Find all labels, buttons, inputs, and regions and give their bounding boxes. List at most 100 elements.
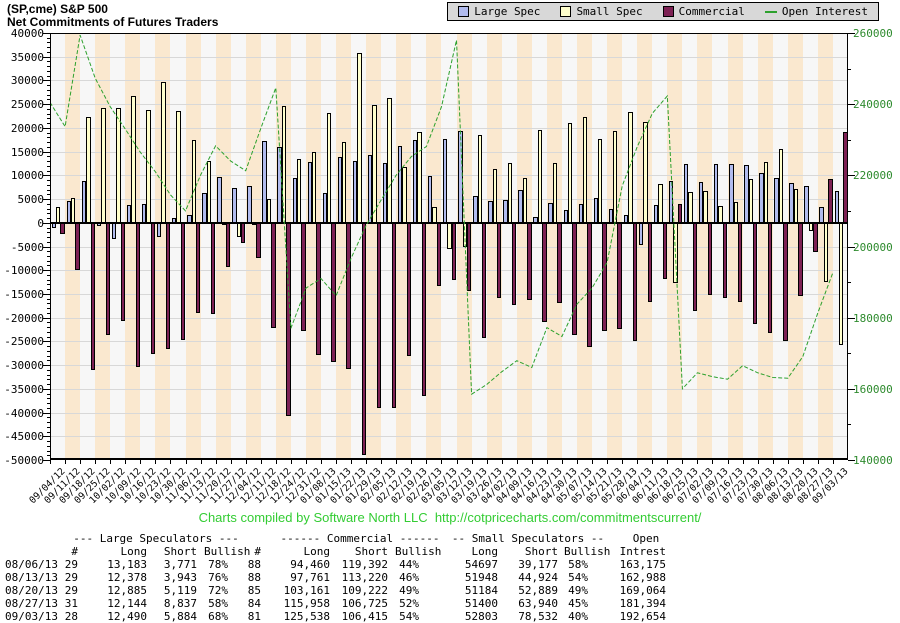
axis-tick bbox=[140, 460, 141, 464]
axis-tick bbox=[773, 460, 774, 464]
legend-item-open-interest: Open Interest bbox=[765, 5, 868, 18]
axis-tick bbox=[276, 460, 277, 464]
y-axis-label-left: 30000 bbox=[2, 74, 44, 87]
y-axis-label-left: -30000 bbox=[2, 359, 44, 372]
axis-tick bbox=[43, 247, 50, 248]
axis-tick bbox=[652, 460, 653, 464]
axis-tick bbox=[50, 460, 51, 464]
axis-tick bbox=[336, 460, 337, 464]
y-axis-label-left: -5000 bbox=[2, 241, 44, 254]
axis-tick bbox=[43, 80, 50, 81]
axis-tick bbox=[848, 33, 855, 34]
axis-tick bbox=[110, 460, 111, 464]
axis-tick bbox=[43, 341, 50, 342]
axis-tick bbox=[487, 460, 488, 464]
cot-data-table: --- Large Speculators --------- Commerci… bbox=[0, 530, 900, 620]
axis-tick bbox=[848, 424, 851, 425]
axis-tick bbox=[43, 294, 50, 295]
axis-tick bbox=[43, 270, 50, 271]
axis-tick bbox=[43, 33, 50, 34]
axis-tick bbox=[351, 460, 352, 464]
axis-tick bbox=[562, 460, 563, 464]
table-cell: 49% bbox=[349, 584, 419, 597]
table-col-header: # bbox=[8, 545, 78, 558]
axis-tick bbox=[622, 460, 623, 464]
table-cell: 162,988 bbox=[596, 571, 666, 584]
axis-tick bbox=[607, 460, 608, 464]
y-axis-label-left: 5000 bbox=[2, 193, 44, 206]
y-axis-label-left: -25000 bbox=[2, 335, 44, 348]
y-axis-label-left: -45000 bbox=[2, 430, 44, 443]
axis-tick bbox=[848, 247, 855, 248]
legend-swatch-icon bbox=[663, 6, 674, 17]
table-cell: 54% bbox=[518, 571, 588, 584]
y-axis-label-right: 180000 bbox=[853, 312, 893, 325]
table-cell: 169,064 bbox=[596, 584, 666, 597]
axis-tick bbox=[502, 460, 503, 464]
axis-tick bbox=[472, 460, 473, 464]
axis-tick bbox=[577, 460, 578, 464]
axis-tick bbox=[426, 460, 427, 464]
legend-item-large-spec: Large Spec bbox=[458, 5, 540, 18]
axis-tick bbox=[803, 460, 804, 464]
axis-tick bbox=[547, 460, 548, 464]
axis-tick bbox=[186, 460, 187, 464]
axis-tick bbox=[396, 460, 397, 464]
axis-tick bbox=[848, 211, 851, 212]
chart-title-block: (SP,cme) S&P 500 Net Commitments of Futu… bbox=[7, 3, 218, 29]
axis-tick bbox=[43, 318, 50, 319]
y-axis-label-left: 20000 bbox=[2, 122, 44, 135]
axis-tick bbox=[321, 460, 322, 464]
y-axis-label-left: -20000 bbox=[2, 312, 44, 325]
table-col-header: Intrest bbox=[596, 545, 666, 558]
table-cell: 49% bbox=[518, 584, 588, 597]
axis-tick bbox=[848, 175, 855, 176]
axis-tick bbox=[246, 460, 247, 464]
table-col-header: Short bbox=[127, 545, 197, 558]
axis-tick bbox=[637, 460, 638, 464]
axis-tick bbox=[848, 104, 855, 105]
axis-tick bbox=[201, 460, 202, 464]
axis-tick bbox=[43, 413, 50, 414]
y-axis-label-right: 200000 bbox=[853, 241, 893, 254]
y-axis-label-left: -40000 bbox=[2, 407, 44, 420]
table-cell: 45% bbox=[518, 597, 588, 610]
table-cell: 88 bbox=[191, 571, 261, 584]
table-cell: 46% bbox=[349, 571, 419, 584]
axis-tick bbox=[667, 460, 668, 464]
axis-tick bbox=[532, 460, 533, 464]
y-axis-label-right: 220000 bbox=[853, 169, 893, 182]
plot-area bbox=[50, 33, 848, 460]
axis-tick bbox=[517, 460, 518, 464]
axis-tick bbox=[43, 460, 50, 461]
table-group-header: --- Large Speculators --- bbox=[46, 532, 266, 545]
axis-tick bbox=[848, 282, 851, 283]
table-cell: 163,175 bbox=[596, 558, 666, 571]
table-cell: 31 bbox=[8, 597, 78, 610]
axis-tick bbox=[216, 460, 217, 464]
legend-swatch-icon bbox=[458, 6, 469, 17]
axis-tick bbox=[95, 460, 96, 464]
axis-tick bbox=[43, 57, 50, 58]
axis-tick bbox=[848, 389, 855, 390]
axis-tick bbox=[43, 365, 50, 366]
axis-tick bbox=[848, 140, 851, 141]
cot-chart-page: { "window": { "title_line1": "(SP,cme) S… bbox=[0, 0, 900, 620]
axis-tick bbox=[366, 460, 367, 464]
y-axis-label-left: -10000 bbox=[2, 264, 44, 277]
axis-tick bbox=[291, 460, 292, 464]
table-col-header: Short bbox=[488, 545, 558, 558]
footer-credit: Charts compiled by Software North LLC ht… bbox=[0, 510, 900, 525]
axis-tick bbox=[43, 128, 50, 129]
y-axis-label-left: 40000 bbox=[2, 27, 44, 40]
axis-tick bbox=[728, 460, 729, 464]
y-axis-label-left: -35000 bbox=[2, 383, 44, 396]
axis-tick bbox=[682, 460, 683, 464]
table-cell: 28 bbox=[8, 610, 78, 623]
y-axis-label-left: -15000 bbox=[2, 288, 44, 301]
axis-tick bbox=[43, 389, 50, 390]
y-axis-label-left: 0 bbox=[2, 217, 44, 230]
axis-tick bbox=[788, 460, 789, 464]
axis-tick bbox=[743, 460, 744, 464]
table-cell: 192,654 bbox=[596, 610, 666, 623]
